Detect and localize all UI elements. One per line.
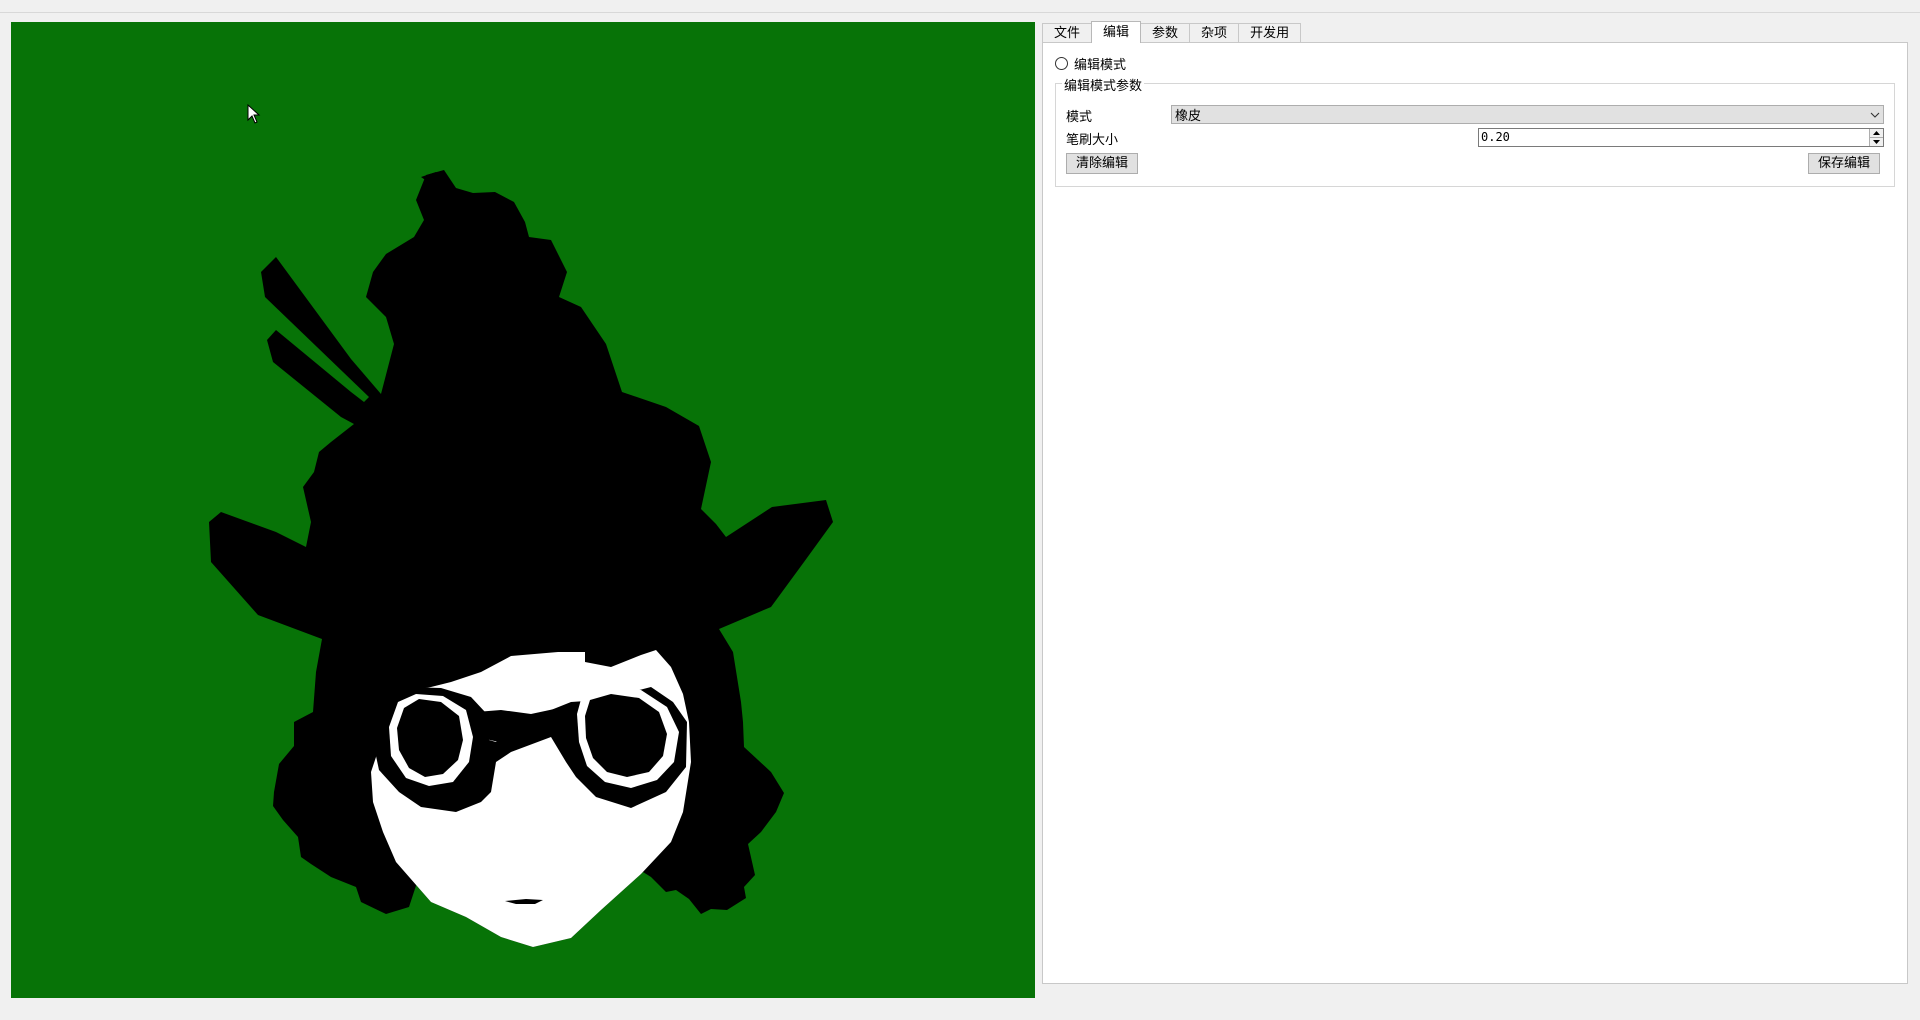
spin-up-icon[interactable]	[1870, 129, 1883, 137]
mode-select[interactable]: 橡皮	[1171, 105, 1884, 124]
chevron-down-icon	[1867, 106, 1883, 123]
tab-bar: 文件 编辑 参数 杂项 开发用	[1042, 21, 1302, 43]
render-viewport[interactable]	[11, 22, 1035, 998]
save-edit-button[interactable]: 保存编辑	[1808, 153, 1880, 174]
spin-down-icon[interactable]	[1870, 137, 1883, 146]
brush-size-label: 笔刷大小	[1066, 133, 1119, 148]
tab-dev[interactable]: 开发用	[1238, 23, 1302, 43]
edit-tab-content: 编辑模式 编辑模式参数 模式 橡皮 笔刷大小 0.20 清除编辑 保存编辑	[1042, 42, 1908, 984]
control-panel: 文件 编辑 参数 杂项 开发用 编辑模式 编辑模式参数 模式 橡皮 笔刷大小 0…	[1042, 21, 1908, 984]
edit-mode-toggle[interactable]: 编辑模式	[1055, 54, 1126, 73]
clear-edit-button[interactable]: 清除编辑	[1066, 153, 1138, 174]
window-bottom-bar	[0, 1004, 1920, 1020]
edit-mode-radio[interactable]	[1055, 57, 1068, 70]
spin-buttons	[1869, 129, 1883, 146]
mode-value: 橡皮	[1175, 109, 1202, 124]
group-title: 编辑模式参数	[1062, 75, 1145, 94]
arrow-cursor-icon	[247, 104, 261, 124]
tab-params[interactable]: 参数	[1140, 23, 1191, 43]
tab-file[interactable]: 文件	[1042, 23, 1093, 43]
mode-label: 模式	[1066, 110, 1093, 125]
edit-mode-label: 编辑模式	[1074, 58, 1127, 73]
brush-size-value[interactable]: 0.20	[1479, 129, 1869, 146]
tab-misc[interactable]: 杂项	[1189, 23, 1240, 43]
edit-mode-params-group: 编辑模式参数 模式 橡皮 笔刷大小 0.20 清除编辑 保存编辑	[1055, 75, 1895, 187]
brush-size-spinbox[interactable]: 0.20	[1478, 128, 1884, 147]
tab-edit[interactable]: 编辑	[1091, 21, 1142, 43]
character-preview	[11, 22, 1035, 998]
window-top-bar	[0, 0, 1920, 13]
